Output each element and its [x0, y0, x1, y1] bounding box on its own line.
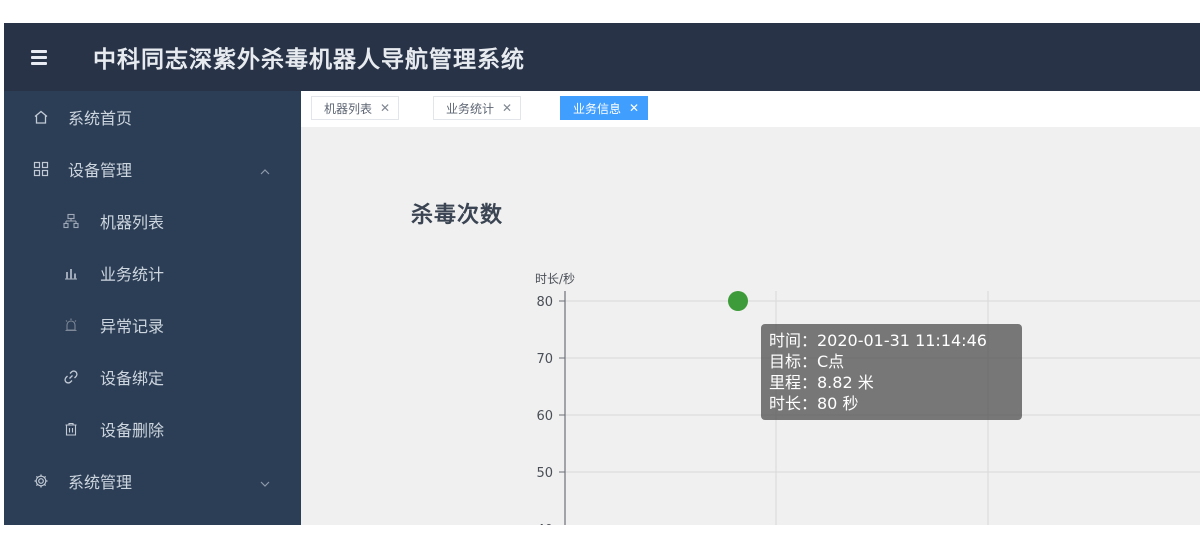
sidebar: 系统首页 设备管理 机器列表 业务统计 异常记录 设备绑定 设备删除 系统管理: [4, 91, 301, 525]
tooltip-time: 时间：2020-01-31 11:14:46: [769, 331, 987, 350]
sidebar-item-business-stats[interactable]: 业务统计: [4, 247, 301, 299]
data-point: [728, 291, 748, 311]
network-icon: [62, 212, 80, 230]
sidebar-item-label: 设备管理: [68, 161, 133, 180]
app-window: 中科同志深紫外杀毒机器人导航管理系统 系统首页 设备管理 机器列表 业务统计 异…: [4, 23, 1200, 525]
app-title: 中科同志深紫外杀毒机器人导航管理系统: [93, 47, 525, 73]
tooltip-target: 目标：C点: [769, 352, 845, 371]
chevron-up-icon: [259, 165, 271, 179]
bar-chart-icon: [62, 264, 80, 282]
sidebar-item-device-management[interactable]: 设备管理: [4, 143, 301, 195]
sidebar-item-device-binding[interactable]: 设备绑定: [4, 351, 301, 403]
sidebar-item-home[interactable]: 系统首页: [4, 91, 301, 143]
sidebar-item-label: 设备删除: [100, 421, 165, 440]
sidebar-item-label: 业务统计: [100, 265, 165, 284]
sidebar-item-label: 系统管理: [68, 473, 133, 492]
home-icon: [32, 108, 50, 126]
sidebar-item-label: 设备绑定: [100, 369, 165, 388]
link-icon: [62, 368, 80, 386]
grid-icon: [32, 160, 50, 178]
chevron-down-icon: [259, 477, 271, 491]
y-tick-label: 50: [536, 466, 553, 481]
y-tick-label: 80: [536, 295, 553, 310]
tooltip-duration: 时长：80 秒: [769, 394, 859, 413]
sidebar-item-system-management[interactable]: 系统管理: [4, 455, 301, 507]
sidebar-item-machine-list[interactable]: 机器列表: [4, 195, 301, 247]
scatter-chart: 40 50 60 70 80 时长/秒: [535, 272, 1200, 525]
trash-icon: [62, 420, 80, 438]
y-tick-label: 60: [536, 409, 553, 424]
sidebar-item-label: 系统首页: [68, 109, 133, 128]
y-tick-label: 70: [536, 352, 553, 367]
app-header: 中科同志深紫外杀毒机器人导航管理系统: [4, 23, 1200, 91]
sidebar-item-exception-records[interactable]: 异常记录: [4, 299, 301, 351]
y-axis-label: 时长/秒: [535, 272, 575, 286]
alarm-icon: [62, 316, 80, 334]
sidebar-item-device-deletion[interactable]: 设备删除: [4, 403, 301, 455]
chart-tooltip: 时间：2020-01-31 11:14:46 目标：C点 里程：8.82 米 时…: [761, 324, 1022, 420]
gear-icon: [32, 472, 50, 490]
main-content: 机器列表 ✕ 业务统计 ✕ 业务信息 ✕ 杀毒次数 4050607080时长/秒…: [301, 91, 1200, 525]
tooltip-mileage: 里程：8.82 米: [769, 373, 874, 392]
menu-toggle-icon[interactable]: [31, 49, 53, 65]
y-tick-label: 40: [536, 523, 553, 525]
sidebar-item-label: 机器列表: [100, 213, 165, 232]
sidebar-item-label: 异常记录: [100, 317, 165, 336]
